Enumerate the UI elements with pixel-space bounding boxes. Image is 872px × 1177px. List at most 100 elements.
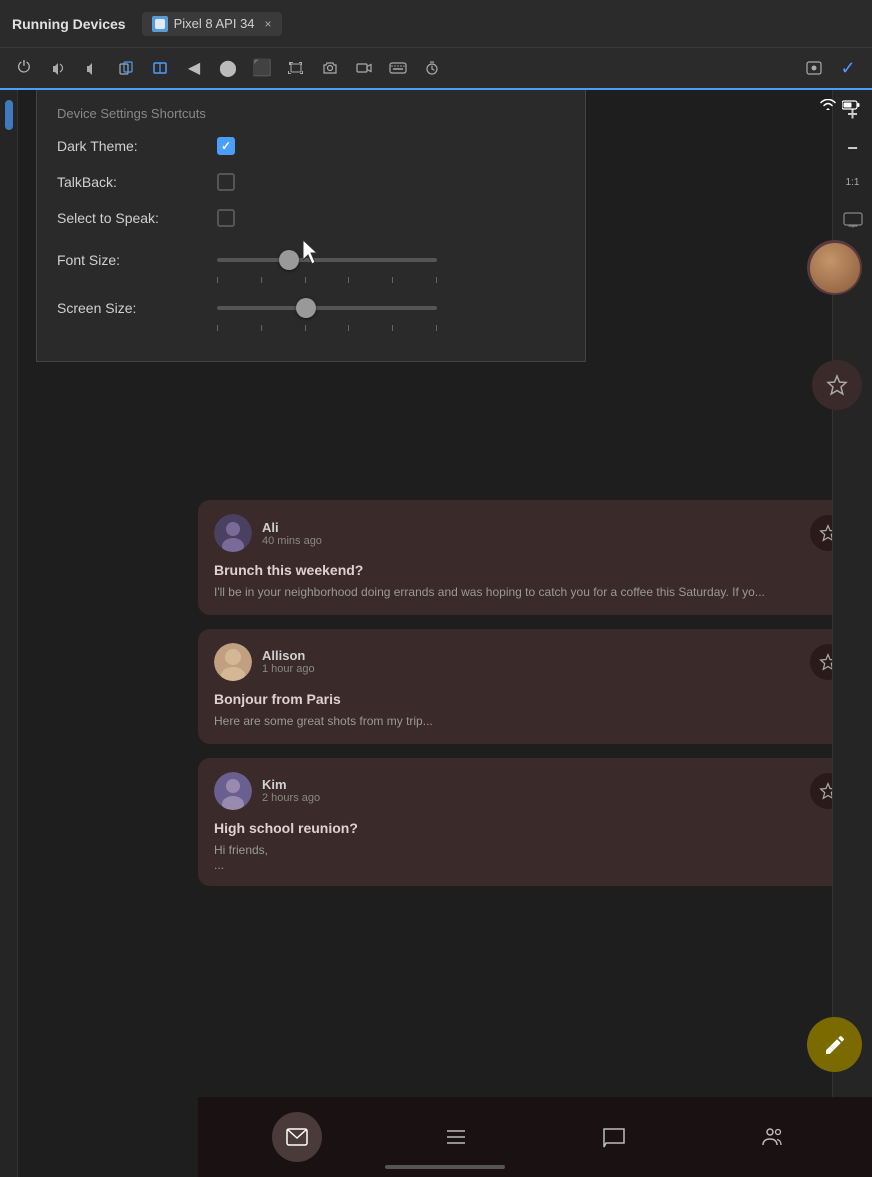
zoom-out-btn[interactable]: − [839,134,867,162]
wifi-icon [820,99,836,111]
dark-theme-checkbox[interactable] [217,137,235,155]
email-card-ali[interactable]: Ali 40 mins ago Brunch this weekend? I'l… [198,500,862,615]
battery-icon [842,99,860,111]
email-card-header-kim: Kim 2 hours ago [214,772,846,810]
timer-btn[interactable] [418,54,446,82]
device-settings-panel: Device Settings Shortcuts Dark Theme: Ta… [36,90,586,362]
keyboard-btn[interactable] [384,54,412,82]
screen-size-thumb[interactable] [296,298,316,318]
check-btn[interactable]: ✓ [834,54,862,82]
compose-fab[interactable] [807,1017,862,1072]
kim-time: 2 hours ago [262,792,810,804]
allison-preview: Here are some great shots from my trip..… [214,713,846,730]
dark-theme-row: Dark Theme: [57,137,565,155]
pen-icon [823,1033,847,1057]
kim-name: Kim [262,777,810,792]
tab-icon [152,16,168,32]
nav-people-btn[interactable] [748,1112,798,1162]
tick [217,277,218,283]
ali-preview: I'll be in your neighborhood doing erran… [214,584,846,601]
camera-btn[interactable] [316,54,344,82]
phone-area: Device Settings Shortcuts Dark Theme: Ta… [18,90,872,1177]
screen-size-track [217,306,437,310]
nav-list-btn[interactable] [431,1112,481,1162]
nav-chat-btn[interactable] [589,1112,639,1162]
home-btn[interactable]: ⬤ [214,54,242,82]
font-size-label: Font Size: [57,252,217,268]
email-card-header-ali: Ali 40 mins ago [214,514,846,552]
email-nav-icon [285,1125,309,1149]
screen-size-slider-container [217,293,565,323]
zoom-reset-btn[interactable]: 1:1 [839,168,867,196]
chat-nav-icon [602,1125,626,1149]
device-tab[interactable]: Pixel 8 API 34 × [142,12,282,36]
toolbar: ⏻ ◀ ⬤ ⬛ ✓ [0,48,872,90]
dark-theme-label: Dark Theme: [57,138,217,154]
title-bar: Running Devices Pixel 8 API 34 × [0,0,872,48]
screen-mirror-btn[interactable] [839,206,867,234]
list-nav-icon [444,1125,468,1149]
email-card-header-allison: Allison 1 hour ago [214,643,846,681]
tick [348,277,349,283]
volume-down-btn[interactable] [78,54,106,82]
star-icon-top [826,374,848,396]
rotate-btn[interactable] [112,54,140,82]
ali-time: 40 mins ago [262,535,810,547]
font-size-thumb[interactable] [279,250,299,270]
screen-size-row: Screen Size: [57,293,565,323]
back-btn[interactable]: ◀ [180,54,208,82]
allison-subject: Bonjour from Paris [214,691,846,707]
font-size-slider-container [217,245,565,275]
tick [348,325,349,331]
tick [217,325,218,331]
screenshot-btn[interactable] [282,54,310,82]
font-size-row: Font Size: [57,245,565,275]
font-size-track [217,258,437,262]
email-cards-area: Ali 40 mins ago Brunch this weekend? I'l… [198,500,862,1087]
fold-btn[interactable] [146,54,174,82]
screen-record-btn[interactable] [800,54,828,82]
panel-title: Device Settings Shortcuts [57,106,565,121]
kim-ellipsis: ... [214,858,846,872]
select-to-speak-checkbox[interactable] [217,209,235,227]
screen-size-ticks [217,325,437,331]
tick [305,325,306,331]
toolbar-right: ✓ [800,54,862,82]
recents-btn[interactable]: ⬛ [248,54,276,82]
power-btn[interactable]: ⏻ [10,54,38,82]
top-avatar [807,240,862,295]
tab-close-btn[interactable]: × [265,17,272,31]
tab-label: Pixel 8 API 34 [174,16,255,31]
allison-time: 1 hour ago [262,663,810,675]
nav-email-btn[interactable] [272,1112,322,1162]
talkback-checkbox[interactable] [217,173,235,191]
video-btn[interactable] [350,54,378,82]
volume-up-btn[interactable] [44,54,72,82]
ali-sender-info: Ali 40 mins ago [262,520,810,547]
tick [261,325,262,331]
allison-sender-info: Allison 1 hour ago [262,648,810,675]
font-size-ticks [217,277,437,283]
allison-avatar [214,643,252,681]
ali-name: Ali [262,520,810,535]
sidebar-indicator [5,100,13,130]
device-status-bar [652,90,872,120]
avatar-face [810,243,860,293]
left-sidebar [0,90,18,1177]
star-fab-top[interactable] [812,360,862,410]
email-card-kim[interactable]: Kim 2 hours ago High school reunion? Hi … [198,758,862,887]
email-card-allison[interactable]: Allison 1 hour ago Bonjour from Paris He… [198,629,862,744]
people-nav-icon [761,1125,785,1149]
talkback-label: TalkBack: [57,174,217,190]
main-area: Device Settings Shortcuts Dark Theme: Ta… [0,90,872,1177]
tick [261,277,262,283]
kim-preview: Hi friends, [214,842,846,859]
scroll-indicator[interactable] [385,1165,505,1169]
screen-size-label: Screen Size: [57,300,217,316]
tick [392,277,393,283]
app-title: Running Devices [12,16,126,32]
kim-avatar [214,772,252,810]
select-to-speak-label: Select to Speak: [57,210,217,226]
tick [436,325,437,331]
kim-subject: High school reunion? [214,820,846,836]
